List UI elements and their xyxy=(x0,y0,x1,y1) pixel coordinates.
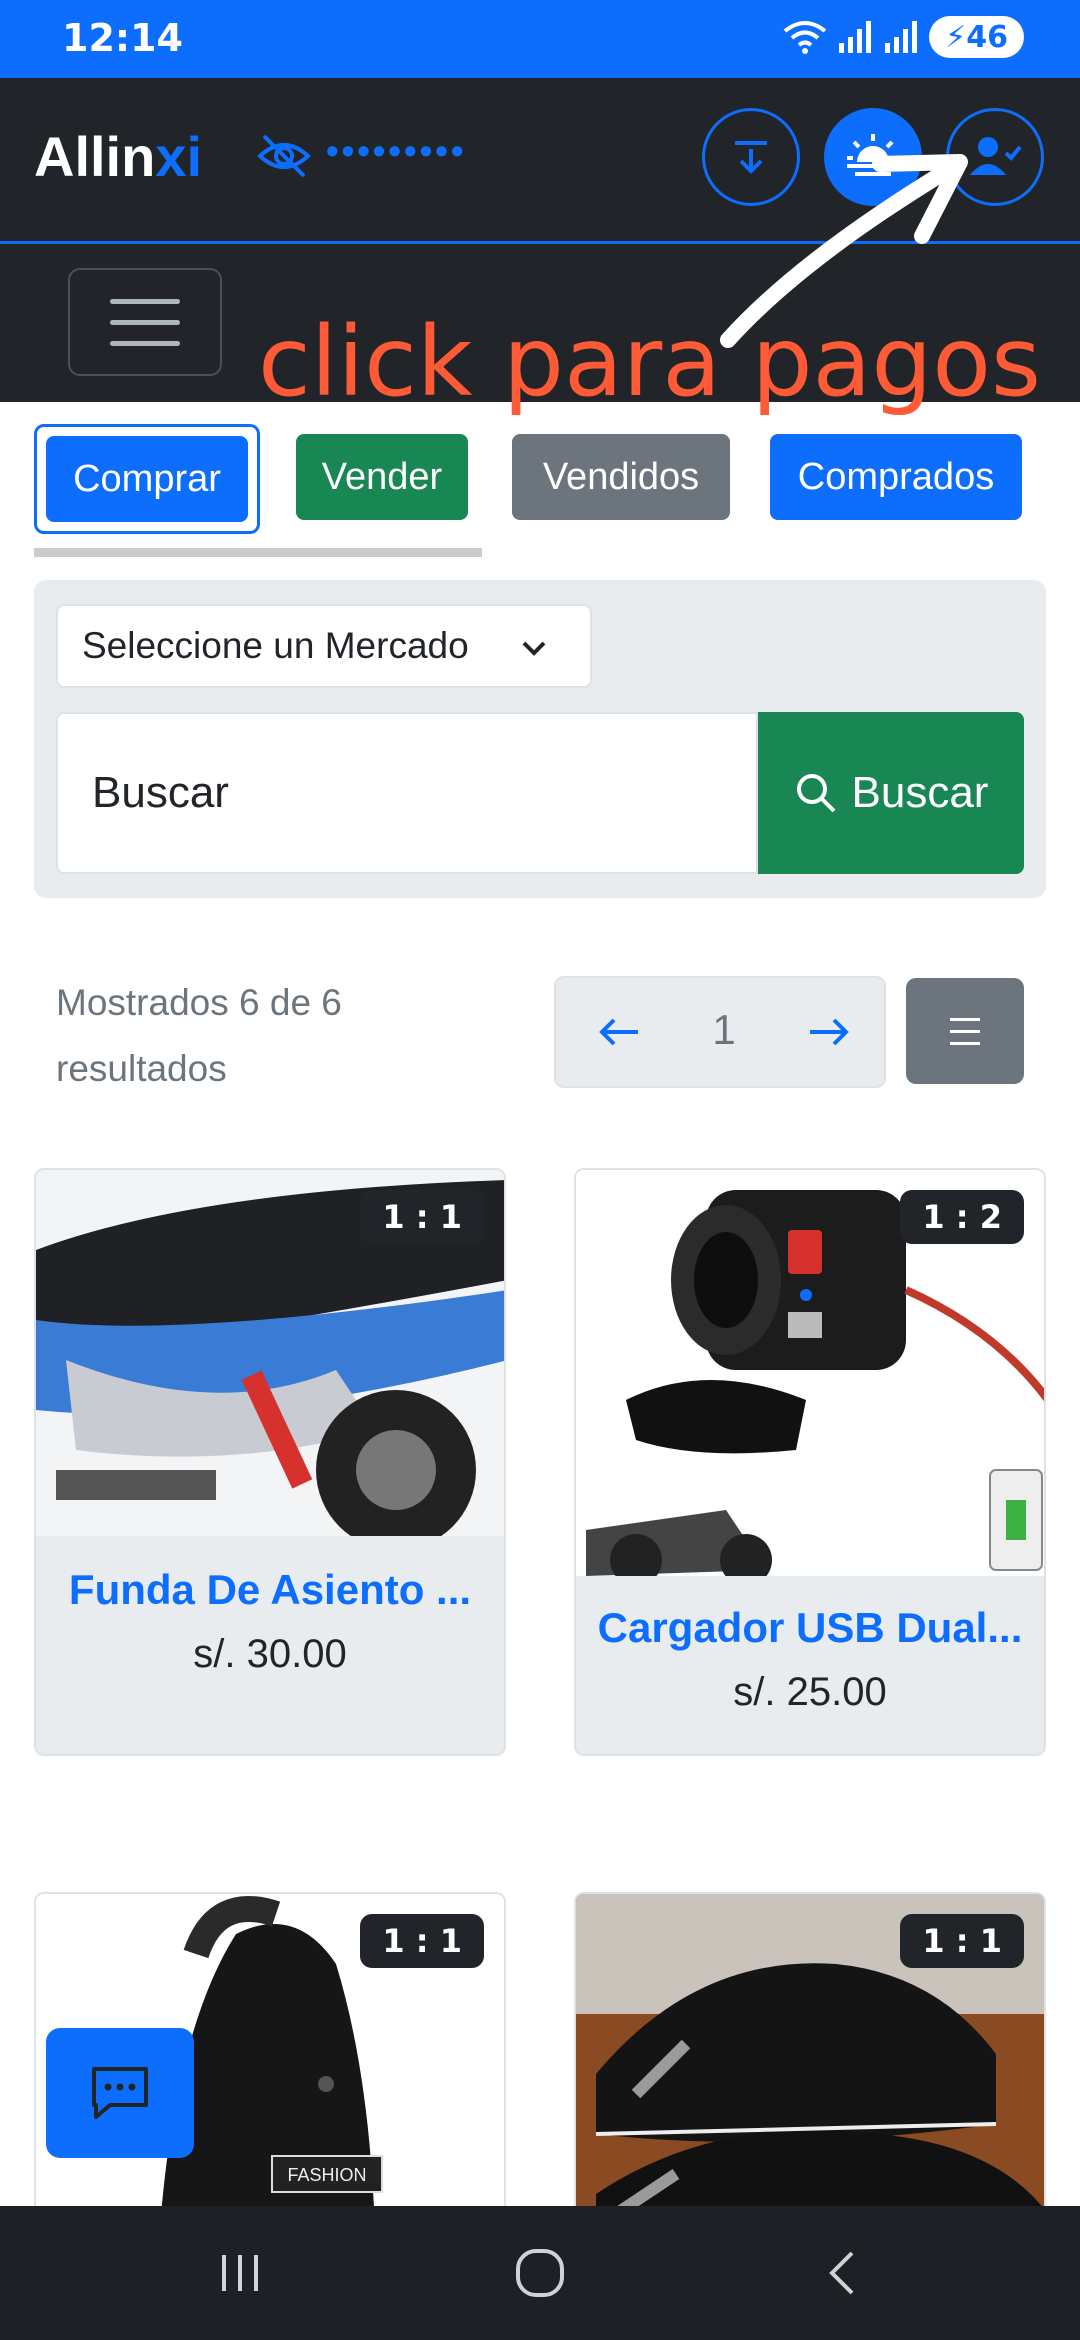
brand-text: Allin xyxy=(34,125,156,188)
system-navigation-bar xyxy=(0,2206,1080,2340)
menu-icon-line xyxy=(110,298,180,304)
charging-icon: ⚡ xyxy=(945,19,967,55)
home-button[interactable] xyxy=(490,2206,590,2340)
pagination: 1 xyxy=(554,976,886,1088)
chevron-down-icon xyxy=(522,641,546,656)
theme-toggle-button[interactable] xyxy=(824,108,922,206)
user-check-button[interactable] xyxy=(946,108,1044,206)
top-navbar: Allinxi ••••••••• xyxy=(0,78,1080,244)
product-badge: 1 : 1 xyxy=(900,1914,1024,1968)
menu-toggle-button[interactable] xyxy=(68,268,222,376)
signal-icon xyxy=(839,21,872,53)
back-button[interactable] xyxy=(794,2206,894,2340)
download-button[interactable] xyxy=(702,108,800,206)
product-card[interactable]: 1 : 2 Cargador USB Dual... s/. 25.00 xyxy=(574,1168,1046,1756)
sun-icon xyxy=(847,134,899,176)
recents-icon xyxy=(222,2255,258,2291)
product-badge: 1 : 1 xyxy=(360,1914,484,1968)
tab-comprados[interactable]: Comprados xyxy=(770,434,1022,520)
battery-indicator: ⚡ 46 xyxy=(929,16,1024,58)
menu-icon-line xyxy=(110,319,180,325)
product-card[interactable]: 1 : 1 Funda De Asiento ... s/. 30.00 xyxy=(34,1168,506,1756)
product-image[interactable]: 1 : 1 xyxy=(36,1170,504,1536)
status-time: 12:14 xyxy=(62,16,183,60)
tab-bar: Comprar Vender Vendidos Comprados xyxy=(34,424,1044,544)
battery-level: 46 xyxy=(966,19,1008,55)
product-price: s/. 25.00 xyxy=(733,1670,887,1714)
status-icons: ⚡ 46 xyxy=(783,16,1024,58)
product-title[interactable]: Funda De Asiento ... xyxy=(36,1566,504,1614)
wifi-icon xyxy=(783,21,827,54)
recent-apps-button[interactable] xyxy=(190,2206,290,2340)
search-button[interactable]: Buscar xyxy=(758,712,1024,874)
search-icon xyxy=(796,774,835,813)
brand-logo[interactable]: Allinxi xyxy=(34,124,202,189)
product-badge: 1 : 2 xyxy=(900,1190,1024,1244)
status-bar: 12:14 ⚡ 46 xyxy=(0,0,1080,78)
user-check-icon xyxy=(970,137,1022,175)
current-page: 1 xyxy=(712,1006,736,1053)
download-icon xyxy=(735,141,767,174)
list-icon-line xyxy=(950,1041,980,1045)
tab-vender[interactable]: Vender xyxy=(296,434,468,520)
back-icon xyxy=(829,2251,854,2295)
product-image[interactable]: 1 : 2 xyxy=(576,1170,1044,1576)
search-input[interactable]: Buscar xyxy=(56,712,758,874)
arrow-left-icon[interactable] xyxy=(596,1008,644,1056)
list-icon-line xyxy=(950,1029,980,1033)
results-count: Mostrados 6 de 6 resultados xyxy=(56,982,342,1089)
tab-comprar[interactable]: Comprar xyxy=(46,436,248,522)
home-icon xyxy=(516,2249,564,2297)
tab-underline xyxy=(34,548,482,557)
product-price: s/. 30.00 xyxy=(193,1632,347,1676)
brand-text-accent: xi xyxy=(155,125,203,188)
market-select[interactable]: Seleccione un Mercado xyxy=(56,604,592,688)
chat-button[interactable] xyxy=(46,2028,194,2158)
tab-vendidos[interactable]: Vendidos xyxy=(512,434,730,520)
list-icon-line xyxy=(950,1017,980,1021)
annotation-text: click para pagos xyxy=(258,306,1042,418)
eye-slash-icon[interactable] xyxy=(256,128,312,184)
market-select-value: Seleccione un Mercado xyxy=(82,625,469,666)
menu-icon-line xyxy=(110,340,180,346)
arrow-right-icon[interactable] xyxy=(804,1008,852,1056)
chat-icon xyxy=(92,2067,148,2119)
product-badge: 1 : 1 xyxy=(360,1190,484,1244)
bag-label-text: FASHION xyxy=(287,2165,366,2185)
hidden-balance: ••••••••• xyxy=(326,130,467,171)
list-view-button[interactable] xyxy=(906,978,1024,1084)
product-title[interactable]: Cargador USB Dual... xyxy=(576,1604,1044,1652)
signal-icon-2 xyxy=(885,21,918,53)
search-panel: Seleccione un Mercado Buscar Buscar xyxy=(34,580,1046,898)
search-button-label: Buscar xyxy=(851,768,989,817)
